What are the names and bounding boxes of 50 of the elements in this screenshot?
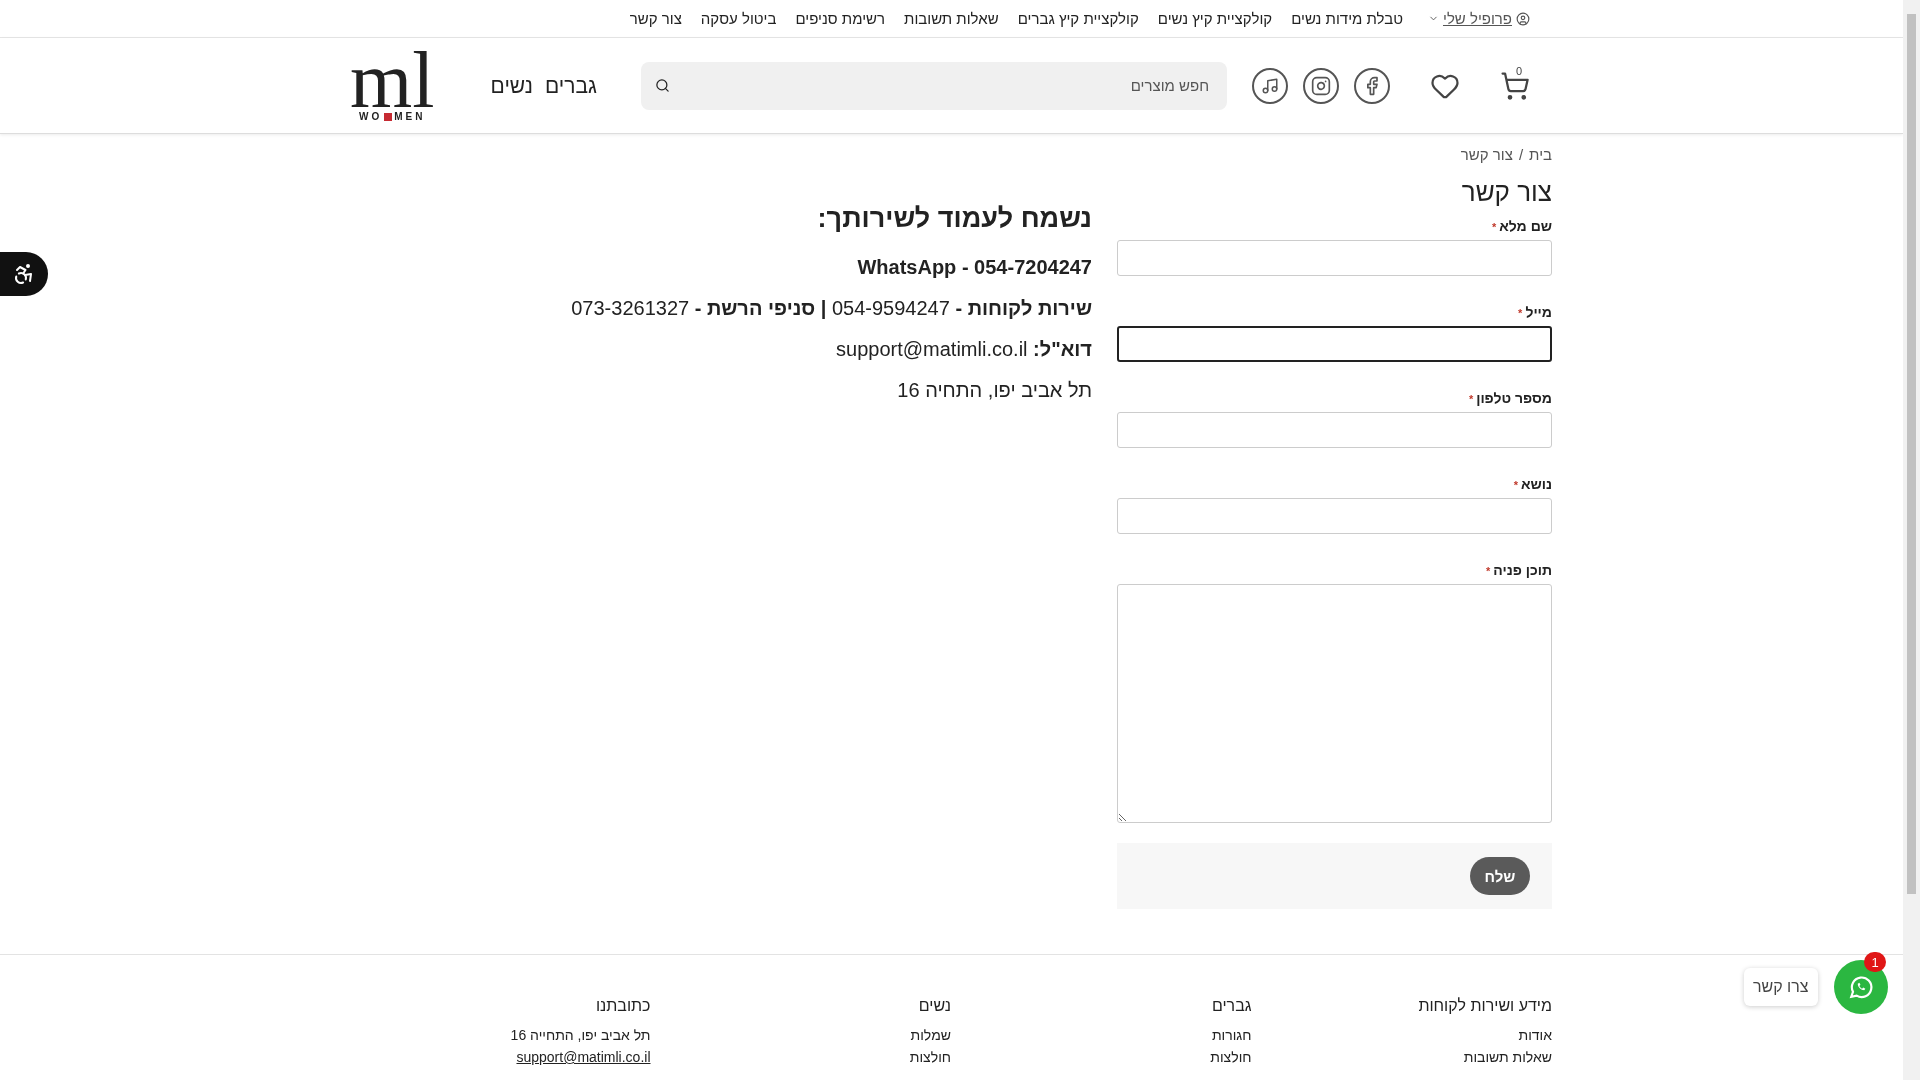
top-nav-link[interactable]: טבלת מידות נשים (1291, 10, 1403, 27)
field-label: מספר טלפון * (1467, 390, 1552, 406)
accessibility-button[interactable] (0, 252, 48, 296)
footer-link[interactable]: חגורות (951, 1027, 1252, 1043)
music-note-icon[interactable] (1252, 67, 1288, 104)
breadcrumb-link[interactable]: בית (1529, 146, 1552, 163)
footer-link[interactable]: חולצות (951, 1049, 1252, 1065)
footer-link[interactable]: תל אביב יפו, התחייה 16 (350, 1027, 651, 1043)
footer-heading: נשים (917, 997, 951, 1015)
top-nav-link[interactable]: צור קשר (629, 10, 682, 27)
field-label: שם מלא * (1490, 218, 1552, 234)
main-nav-link[interactable]: גברים (544, 73, 597, 98)
footer-link[interactable]: חולצות (650, 1049, 951, 1065)
footer-heading: מידע ושירות לקוחות (1417, 997, 1552, 1015)
search-icon (655, 78, 670, 93)
footer-link[interactable]: אודות (1251, 1027, 1552, 1043)
chat-tooltip: צרו קשר (1744, 968, 1818, 1006)
page-title: צור קשר (1460, 177, 1552, 208)
user-icon (1516, 11, 1530, 26)
footer-link[interactable]: שמלות (650, 1027, 951, 1043)
input-field[interactable] (1117, 326, 1552, 362)
chat-bubble-icon (1848, 974, 1874, 1000)
facebook-icon[interactable] (1354, 67, 1390, 104)
message-field[interactable] (1117, 584, 1552, 823)
top-nav-link[interactable]: רשימת סניפים (795, 10, 886, 27)
top-nav-link[interactable]: קולקציית קיץ גברים (1017, 10, 1139, 27)
chat-button[interactable] (1834, 960, 1888, 1014)
field-label: נושא * (1512, 476, 1552, 492)
field-label: מייל * (1517, 304, 1552, 320)
main-nav-link[interactable]: נשים (490, 73, 533, 98)
footer-heading: גברים (1210, 997, 1252, 1015)
notification-badge: 1 (1864, 952, 1886, 972)
footer-heading: כתובתנו (594, 997, 651, 1015)
footer-link[interactable]: שאלות תשובות (1251, 1049, 1552, 1065)
breadcrumb-link[interactable]: צור קשר (1460, 146, 1513, 163)
top-nav-link[interactable]: קולקציית קיץ נשים (1157, 10, 1273, 27)
contact-info-line: WhatsApp - 054-7204247 (856, 256, 1092, 279)
top-nav-link[interactable]: שאלות תשובות (904, 10, 999, 27)
instagram-icon[interactable] (1303, 67, 1339, 104)
top-nav-link[interactable]: ביטול עסקה (700, 10, 777, 27)
search-bar[interactable]: חפש מוצרים (641, 61, 1227, 110)
breadcrumb-separator: / (1518, 146, 1524, 163)
field-label: תוכן פניה * (1485, 562, 1552, 578)
footer-link[interactable]: support@matimli.co.il (350, 1049, 651, 1065)
info-title: נשמח לעמוד לשירותך: (816, 203, 1092, 234)
submit-button[interactable]: שלח (1470, 857, 1530, 895)
search-field[interactable]: חפש מוצרים (670, 76, 1211, 95)
profile-link[interactable]: פרופיל שלי (1428, 10, 1530, 27)
scrollbar[interactable] (1903, 0, 1920, 1080)
contact-info-line: תל אביב יפו, התחיה 16 (896, 379, 1092, 402)
